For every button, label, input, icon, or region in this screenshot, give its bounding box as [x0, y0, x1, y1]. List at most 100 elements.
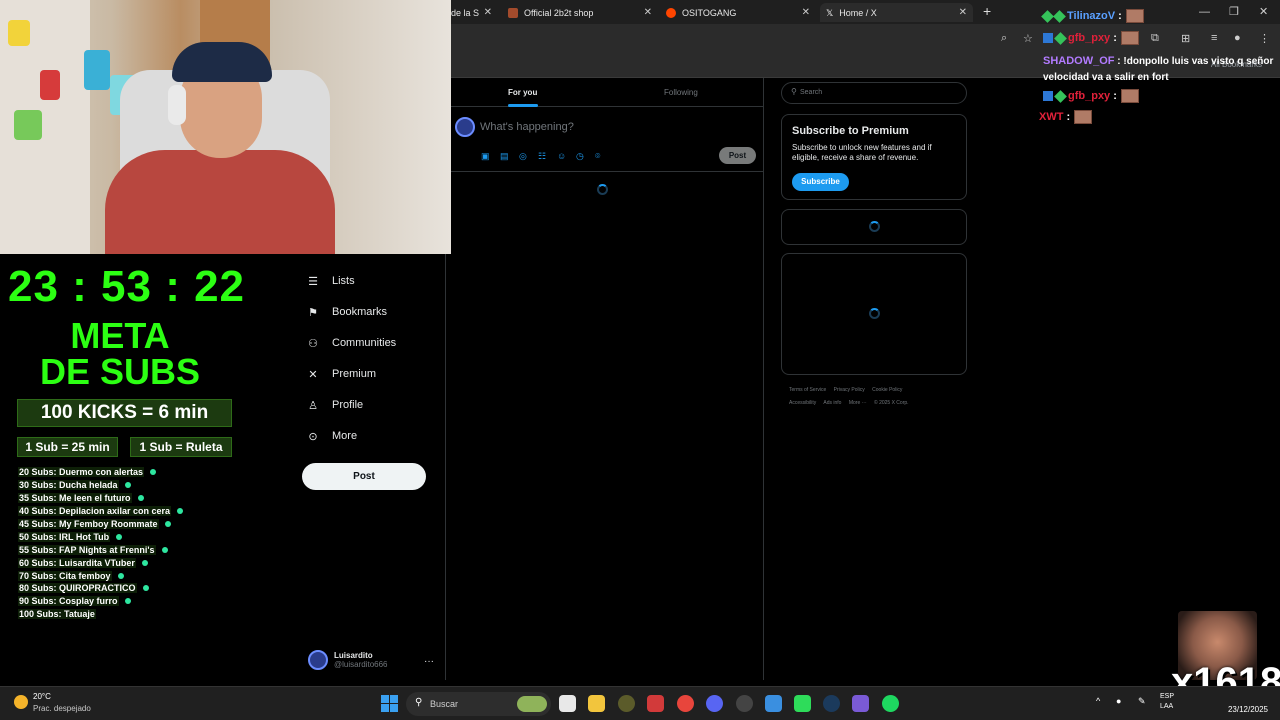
streamer-cap — [172, 42, 272, 82]
webcam-feed — [0, 0, 451, 254]
tab-for-you[interactable]: For you — [508, 88, 537, 97]
post-button[interactable]: Post — [302, 463, 426, 490]
tab-home-x[interactable]: 𝕏 Home / X ✕ — [820, 3, 973, 22]
compose-input[interactable]: What's happening? — [480, 121, 574, 133]
account-more-icon[interactable]: ··· — [424, 656, 434, 667]
chat-username: XWT — [1039, 111, 1064, 123]
footer-link[interactable]: Ads info — [823, 400, 841, 406]
gif-icon[interactable]: ▤ — [500, 151, 509, 162]
footer-link[interactable]: More ··· — [849, 400, 867, 406]
grok-icon[interactable]: ◎ — [519, 151, 527, 162]
people-icon: ⚇ — [308, 337, 318, 350]
emote-icon — [1074, 110, 1093, 124]
sidebar-item-bookmarks[interactable]: ⚑ Bookmarks — [306, 305, 387, 319]
steam-icon[interactable] — [823, 695, 840, 712]
tab-2b2t-shop[interactable]: Official 2b2t shop ✕ — [508, 3, 658, 22]
close-icon[interactable]: ✕ — [644, 7, 652, 18]
loading-spinner-icon — [597, 184, 608, 195]
tray-chevron-icon[interactable]: ^ — [1096, 696, 1100, 706]
sub-time-box: 1 Sub = 25 min — [17, 437, 118, 457]
meta-line: DE SUBS — [39, 351, 201, 392]
footer-link[interactable]: Terms of Service — [789, 387, 826, 393]
notes-icon[interactable] — [765, 695, 782, 712]
footer-link: © 2025 X Corp. — [874, 400, 909, 406]
loading-card — [781, 209, 967, 245]
taskbar-clock[interactable]: 23/12/2025 — [1228, 692, 1268, 716]
loading-spinner-icon — [869, 308, 880, 319]
loading-card — [781, 253, 967, 375]
chat-message: gfb_pxy : — [1043, 89, 1139, 103]
close-icon[interactable]: ✕ — [484, 7, 492, 18]
poll-icon[interactable]: ☷ — [538, 151, 546, 162]
footer-link[interactable]: Accessibility — [789, 400, 816, 406]
list-item: 35 Subs: Me leen el futuro — [18, 492, 183, 505]
badge-icon — [1043, 33, 1053, 43]
chat-message: XWT : — [1039, 110, 1093, 124]
x-logo-icon: 𝕏 — [826, 7, 834, 18]
bookmark-icon: ⚑ — [308, 306, 318, 319]
sidebar-item-premium[interactable]: ✕ Premium — [306, 367, 376, 381]
weather-temp[interactable]: 20°C — [33, 692, 51, 701]
headset — [168, 85, 186, 125]
chat-username: gfb_pxy — [1068, 32, 1111, 44]
app-icon[interactable] — [647, 695, 664, 712]
location-icon[interactable]: ⌾ — [595, 151, 600, 162]
account-switcher[interactable]: Luisardito @luisardito666 — [308, 650, 387, 670]
list-icon: ☰ — [308, 275, 318, 288]
schedule-icon[interactable]: ◷ — [576, 151, 584, 162]
new-tab-icon[interactable]: + — [983, 3, 991, 19]
obs-icon[interactable] — [736, 695, 753, 712]
account-name: Luisardito — [334, 651, 373, 660]
feed-tabs: For you Following — [451, 78, 764, 107]
weather-desc[interactable]: Prac. despejado — [33, 704, 91, 713]
tab-title: OSITOGANG — [682, 7, 737, 18]
list-item: 100 Subs: Tatuaje — [18, 609, 96, 620]
taskbar-search-input[interactable]: ⚲ Buscar — [406, 692, 551, 716]
search-placeholder: Buscar — [430, 699, 459, 709]
premium-title: Subscribe to Premium — [792, 125, 909, 137]
sidebar-item-more[interactable]: ⊙ More — [306, 429, 357, 443]
search-icon: ⚲ — [415, 697, 423, 708]
x-logo-icon: ✕ — [308, 368, 318, 381]
tab-partial[interactable]: de la S ✕ — [451, 3, 498, 22]
emote-icon — [1120, 89, 1139, 103]
windows-taskbar: 20°C Prac. despejado ⚲ Buscar ^ ● ✎ ESP … — [0, 686, 1280, 720]
search-input[interactable]: ⚲ Search — [781, 82, 967, 104]
tab-following[interactable]: Following — [664, 88, 698, 97]
footer-links: Terms of Service Privacy Policy Cookie P… — [789, 384, 969, 410]
task-view-icon[interactable] — [559, 695, 576, 712]
tab-ositogang[interactable]: OSITOGANG ✕ — [666, 3, 816, 22]
meta-line: META — [70, 315, 170, 356]
spotify-icon[interactable] — [882, 695, 899, 712]
star-icon[interactable]: ☆ — [1023, 32, 1033, 45]
sidebar-item-profile[interactable]: ♙ Profile — [306, 398, 363, 412]
footer-link[interactable]: Privacy Policy — [834, 387, 865, 393]
footer-link[interactable]: Cookie Policy — [872, 387, 902, 393]
windows-start-icon[interactable] — [381, 695, 398, 712]
search-highlight-icon — [517, 696, 547, 712]
app-icon[interactable] — [618, 695, 635, 712]
more-circle-icon: ⊙ — [308, 430, 318, 443]
x-right-column: ⚲ Search Subscribe to Premium Subscribe … — [765, 78, 1035, 680]
badge-icon — [1054, 31, 1067, 45]
zoom-icon[interactable]: ⌕ — [1001, 32, 1007, 45]
kicks-box: 100 KICKS = 6 min — [17, 399, 232, 427]
app-icon[interactable] — [794, 695, 811, 712]
discord-icon[interactable] — [706, 695, 723, 712]
file-explorer-icon[interactable] — [588, 695, 605, 712]
mic-icon[interactable]: ● — [1116, 696, 1121, 706]
pen-icon[interactable]: ✎ — [1138, 696, 1146, 707]
sidebar-item-lists[interactable]: ☰ Lists — [306, 274, 355, 288]
emote-icon — [1125, 9, 1144, 23]
compose-post-button[interactable]: Post — [719, 147, 756, 164]
app-icon[interactable] — [852, 695, 869, 712]
sidebar-item-communities[interactable]: ⚇ Communities — [306, 336, 396, 350]
subscribe-button[interactable]: Subscribe — [792, 173, 849, 191]
language-indicator[interactable]: ESP LAA — [1160, 692, 1174, 712]
image-icon[interactable]: ▣ — [481, 151, 490, 162]
weather-sun-icon[interactable] — [14, 695, 28, 709]
emoji-icon[interactable]: ☺ — [557, 151, 566, 161]
close-icon[interactable]: ✕ — [802, 7, 810, 18]
close-icon[interactable]: ✕ — [959, 7, 967, 18]
chrome-icon[interactable] — [677, 695, 694, 712]
